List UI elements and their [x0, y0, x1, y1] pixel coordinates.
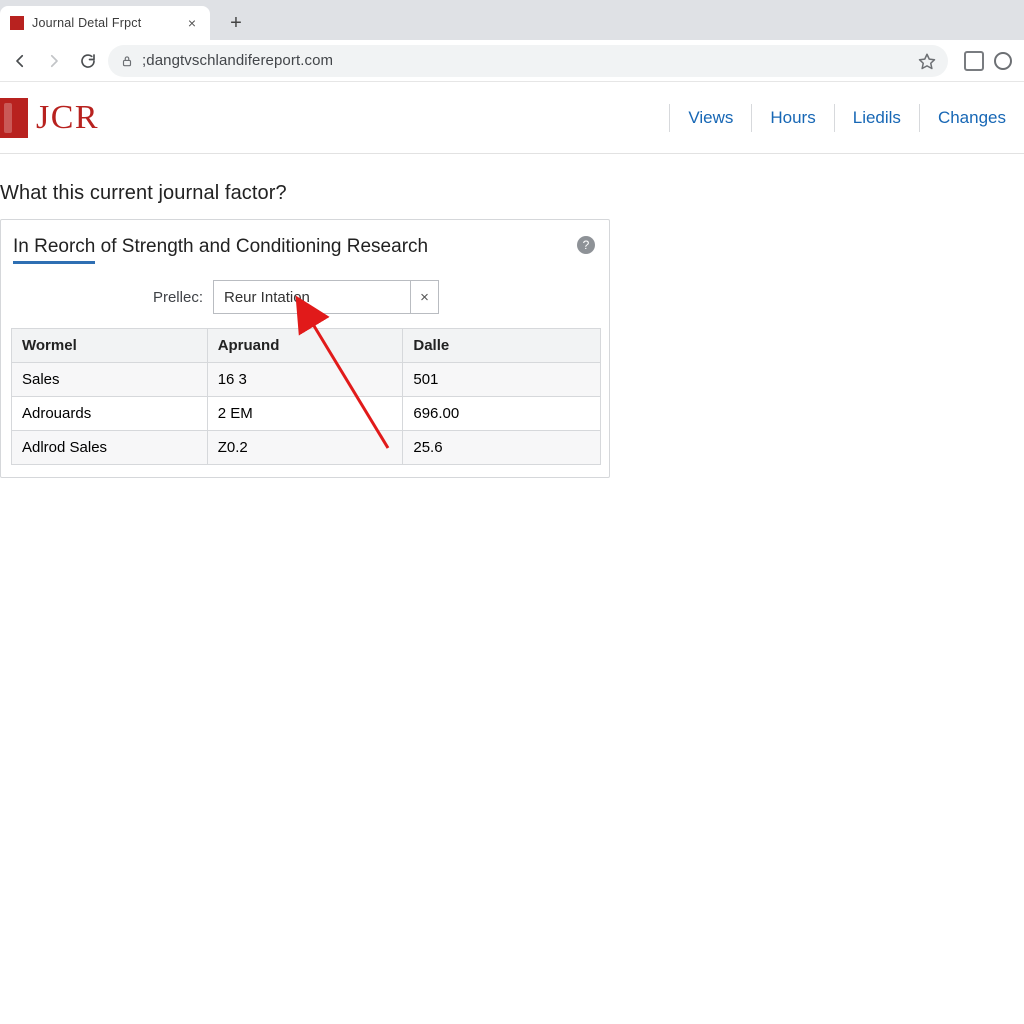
new-tab-button[interactable]: +	[222, 9, 250, 37]
cell: 696.00	[403, 397, 601, 431]
table-row: Adlrod Sales Z0.2 25.6	[12, 431, 601, 465]
extension-icon[interactable]	[964, 51, 984, 71]
filter-combo[interactable]: ×	[213, 280, 439, 314]
page-question: What this current journal factor?	[0, 182, 1024, 205]
table-header[interactable]: Wormel	[12, 329, 208, 363]
cell: 2 EM	[207, 397, 403, 431]
nav-views[interactable]: Views	[669, 104, 751, 132]
brand-logo-icon	[0, 98, 28, 138]
cell: Adlrod Sales	[12, 431, 208, 465]
results-table: Wormel Apruand Dalle Sales 16 3 501 Adro…	[11, 328, 601, 465]
profile-icon[interactable]	[994, 52, 1012, 70]
url-text: ;dangtvschlandifereport.com	[142, 52, 910, 69]
card-title-underlined: In Reorch	[13, 236, 95, 264]
table-row: Sales 16 3 501	[12, 363, 601, 397]
browser-tab-active[interactable]: Journal Detal Frpct ×	[0, 6, 210, 40]
forward-button[interactable]	[40, 47, 68, 75]
table-header[interactable]: Apruand	[207, 329, 403, 363]
cell: Z0.2	[207, 431, 403, 465]
cell: 16 3	[207, 363, 403, 397]
cell: 25.6	[403, 431, 601, 465]
browser-toolbar: ;dangtvschlandifereport.com	[0, 40, 1024, 82]
back-button[interactable]	[6, 47, 34, 75]
top-nav: Views Hours Liedils Changes	[669, 82, 1024, 153]
lock-icon	[120, 54, 134, 68]
table-row: Adrouards 2 EM 696.00	[12, 397, 601, 431]
brand[interactable]: JCR	[0, 98, 99, 138]
help-icon[interactable]: ?	[577, 236, 595, 254]
filter-label: Prellec:	[13, 289, 203, 306]
browser-tab-bar: Journal Detal Frpct × +	[0, 0, 1024, 40]
nav-changes[interactable]: Changes	[919, 104, 1024, 132]
plus-icon: +	[230, 12, 242, 35]
star-icon[interactable]	[918, 52, 936, 70]
cell: Sales	[12, 363, 208, 397]
tab-title: Journal Detal Frpct	[32, 16, 184, 30]
reload-button[interactable]	[74, 47, 102, 75]
table-header[interactable]: Dalle	[403, 329, 601, 363]
nav-hours[interactable]: Hours	[751, 104, 833, 132]
site-header: JCR Views Hours Liedils Changes	[0, 82, 1024, 154]
address-bar[interactable]: ;dangtvschlandifereport.com	[108, 45, 948, 77]
close-icon[interactable]: ×	[184, 13, 200, 33]
card-title-rest: of Strength and Conditioning Research	[95, 236, 428, 257]
card-title: In Reorch of Strength and Conditioning R…	[11, 236, 599, 264]
tab-favicon	[10, 16, 24, 30]
brand-text: JCR	[36, 99, 99, 137]
clear-icon[interactable]: ×	[410, 281, 438, 313]
filter-input[interactable]	[214, 281, 410, 313]
cell: Adrouards	[12, 397, 208, 431]
cell: 501	[403, 363, 601, 397]
journal-card: ? In Reorch of Strength and Conditioning…	[0, 219, 610, 478]
nav-liedils[interactable]: Liedils	[834, 104, 919, 132]
